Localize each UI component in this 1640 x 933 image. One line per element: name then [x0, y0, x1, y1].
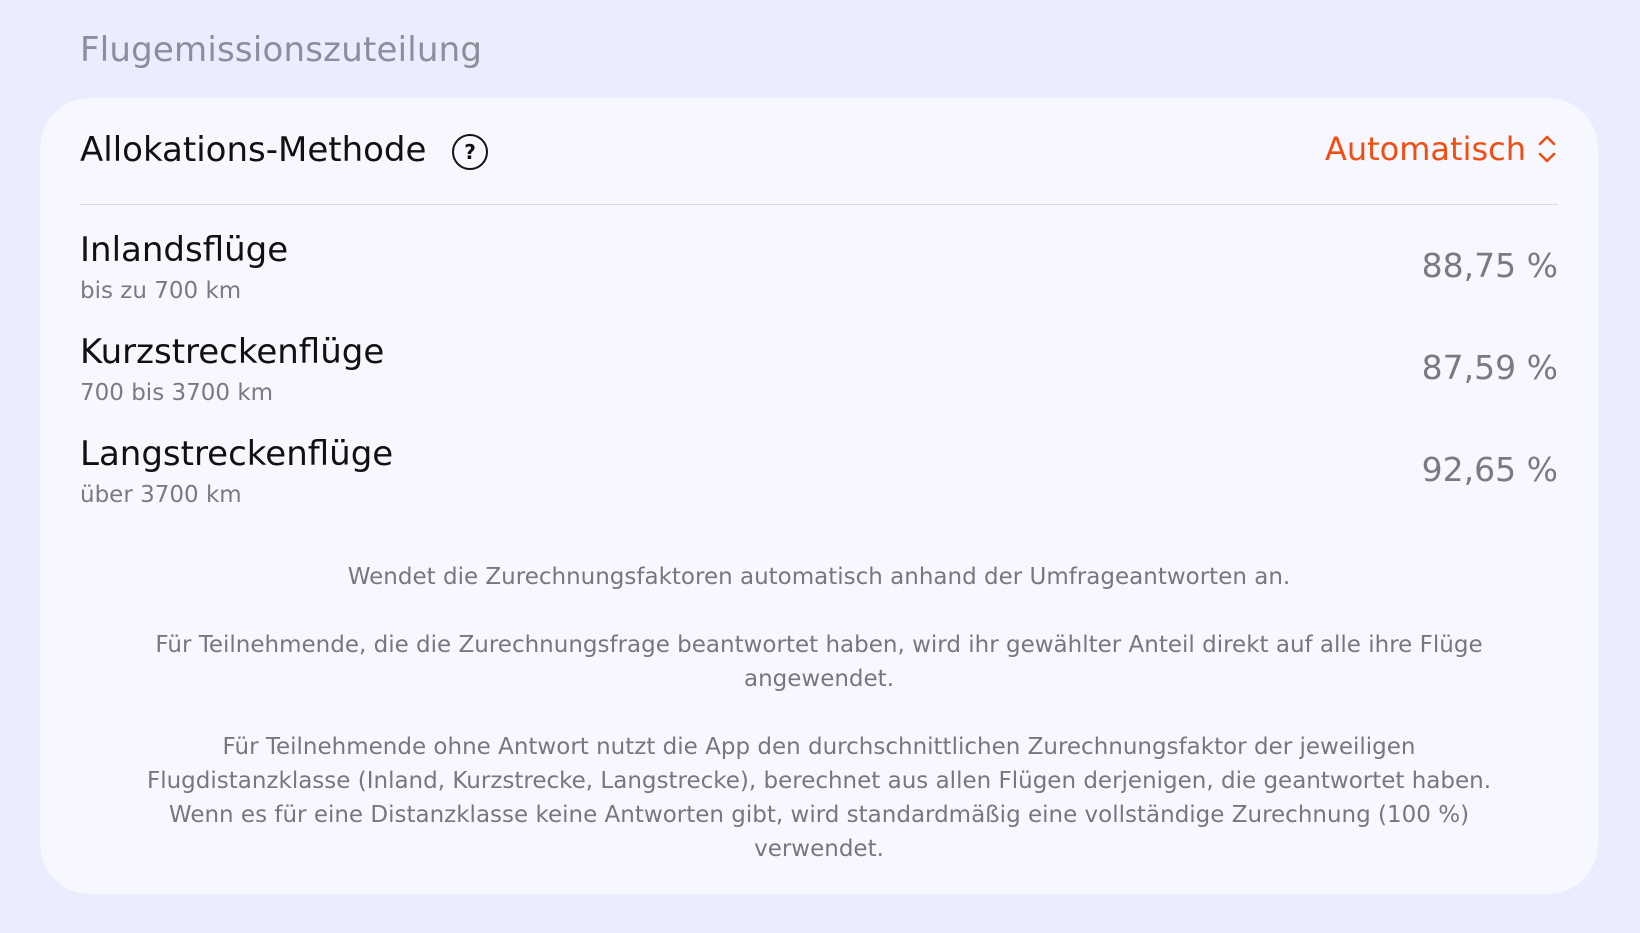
- description-paragraph-3: Für Teilnehmende ohne Antwort nutzt die …: [146, 734, 1492, 862]
- flight-class-distance: über 3700 km: [80, 482, 242, 508]
- flight-class-percentage: 88,75 %: [1421, 246, 1558, 285]
- allocation-card: Allokations-Methode ? Automatisch Inland…: [40, 98, 1598, 894]
- method-description: Wendet die Zurechnungsfaktoren automatis…: [130, 560, 1508, 866]
- flight-class-row-domestic: Inlandsflüge bis zu 700 km 88,75 %: [80, 230, 1558, 332]
- flight-class-percentage: 87,59 %: [1421, 348, 1558, 387]
- flight-class-title: Kurzstreckenflüge: [80, 332, 385, 372]
- method-value: Automatisch: [1324, 130, 1526, 168]
- flight-class-row-long-haul: Langstreckenflüge über 3700 km 92,65 %: [80, 434, 1558, 536]
- flight-class-row-short-haul: Kurzstreckenflüge 700 bis 3700 km 87,59 …: [80, 332, 1558, 434]
- chevron-up-down-icon: [1538, 135, 1556, 163]
- flight-class-title: Inlandsflüge: [80, 230, 289, 270]
- section-title: Flugemissionszuteilung: [80, 30, 483, 70]
- method-select[interactable]: Automatisch: [1325, 130, 1558, 168]
- description-paragraph-2: Für Teilnehmende, die die Zurechnungsfra…: [155, 632, 1483, 692]
- flight-class-percentage: 92,65 %: [1421, 450, 1558, 489]
- flight-class-distance: bis zu 700 km: [80, 278, 242, 304]
- flight-class-list: Inlandsflüge bis zu 700 km 88,75 % Kurzs…: [80, 230, 1558, 536]
- flight-class-title: Langstreckenflüge: [80, 434, 394, 474]
- method-header: Allokations-Methode ? Automatisch: [80, 98, 1558, 205]
- question-circle-icon[interactable]: ?: [452, 134, 488, 170]
- flight-class-distance: 700 bis 3700 km: [80, 380, 274, 406]
- method-label: Allokations-Methode: [80, 130, 427, 170]
- description-paragraph-1: Wendet die Zurechnungsfaktoren automatis…: [347, 564, 1291, 590]
